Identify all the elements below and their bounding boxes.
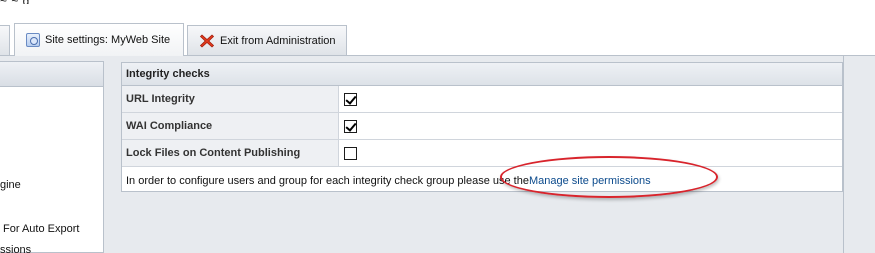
left-panel-header bbox=[0, 62, 103, 87]
right-divider bbox=[843, 55, 844, 253]
tab-strip: Site settings: MyWeb Site Exit from Admi… bbox=[0, 22, 875, 56]
integrity-row-lock: Lock Files on Content Publishing bbox=[122, 140, 842, 167]
left-nav-panel: gine For Auto Export ssions bbox=[0, 61, 104, 253]
manage-site-permissions-link[interactable]: Manage site permissions bbox=[529, 175, 651, 187]
left-nav-item-auto-export[interactable]: For Auto Export bbox=[3, 223, 79, 235]
integrity-row-wai: WAI Compliance bbox=[122, 113, 842, 140]
url-integrity-checkbox[interactable] bbox=[344, 92, 357, 106]
tab-previous-cropped[interactable] bbox=[0, 25, 10, 55]
lock-files-label: Lock Files on Content Publishing bbox=[122, 140, 339, 166]
left-nav-item-engine[interactable]: gine bbox=[0, 179, 21, 191]
integrity-info-text: In order to configure users and group fo… bbox=[126, 174, 529, 187]
tab-site-settings-label: Site settings: MyWeb Site bbox=[45, 34, 171, 46]
tab-site-settings[interactable]: Site settings: MyWeb Site bbox=[14, 23, 184, 56]
integrity-checks-panel: Integrity checks URL Integrity WAI Compl… bbox=[121, 62, 843, 192]
wai-compliance-label: WAI Compliance bbox=[122, 113, 339, 139]
integrity-row-url: URL Integrity bbox=[122, 86, 842, 113]
top-title-remnant: ~ ~ g ~ bbox=[0, 0, 40, 4]
url-integrity-label: URL Integrity bbox=[122, 86, 339, 112]
integrity-panel-header: Integrity checks bbox=[122, 63, 842, 86]
wai-compliance-checkbox[interactable] bbox=[344, 119, 357, 133]
tab-exit-label: Exit from Administration bbox=[220, 34, 336, 47]
site-settings-icon bbox=[26, 33, 40, 47]
tab-exit-administration[interactable]: Exit from Administration bbox=[187, 25, 347, 55]
lock-files-checkbox[interactable] bbox=[344, 146, 357, 160]
integrity-info: In order to configure users and group fo… bbox=[122, 167, 842, 194]
integrity-panel-title: Integrity checks bbox=[126, 68, 210, 80]
left-nav-item-permissions[interactable]: ssions bbox=[0, 244, 31, 253]
exit-icon bbox=[199, 33, 215, 49]
